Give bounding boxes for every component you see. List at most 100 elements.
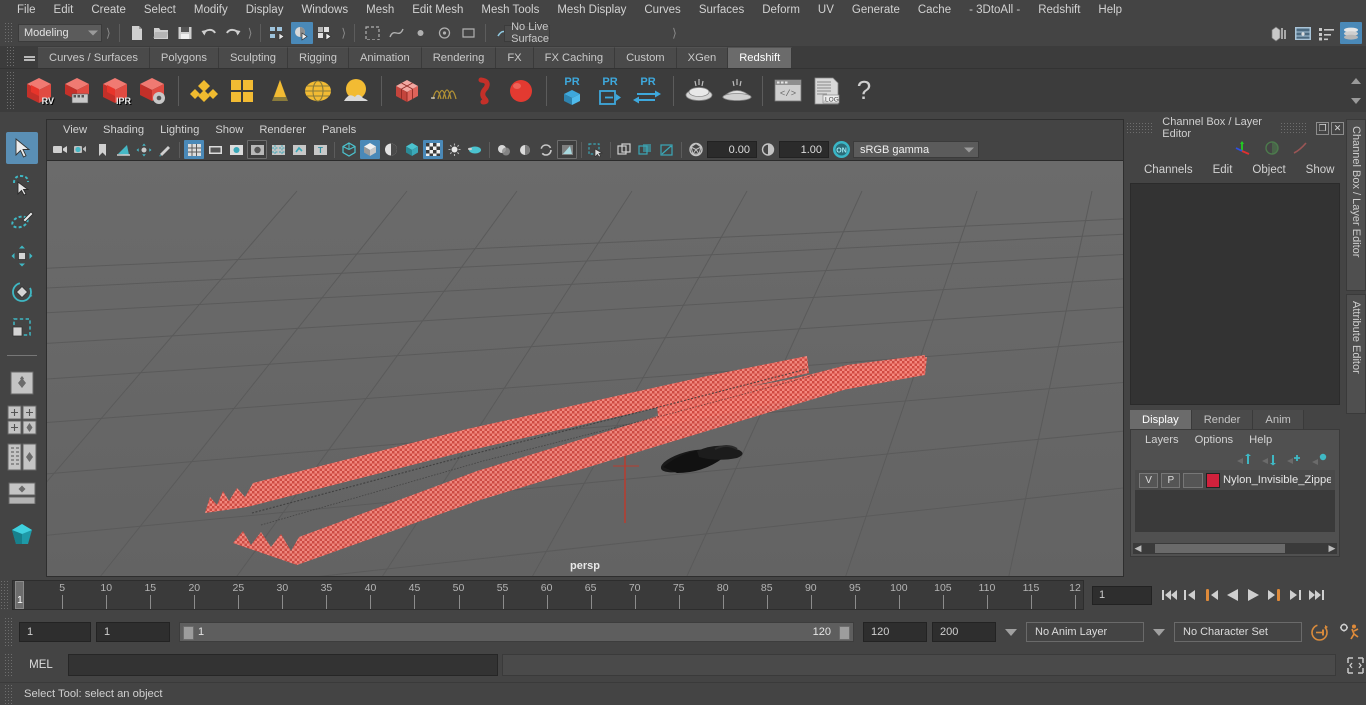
shelf-redshift-bake-set-b[interactable] xyxy=(718,71,756,111)
animation-end-field[interactable]: 200 xyxy=(932,622,996,642)
shelf-redshift-render-settings[interactable] xyxy=(134,71,172,111)
anim-layer-combo[interactable]: No Anim Layer xyxy=(1026,622,1144,642)
shelf-redshift-proxy[interactable] xyxy=(388,71,426,111)
viewport-menu-shading[interactable]: Shading xyxy=(95,123,152,137)
close-icon[interactable]: ✕ xyxy=(1331,121,1344,135)
command-input[interactable] xyxy=(68,654,498,676)
shelf-redshift-pr-bake[interactable]: PR xyxy=(553,71,591,111)
safe-action-icon[interactable] xyxy=(289,140,309,159)
color-management-toggle-icon[interactable]: ON xyxy=(830,140,852,159)
grid-toggle-icon[interactable] xyxy=(184,140,204,159)
menu-3dtoall[interactable]: - 3DtoAll - xyxy=(960,2,1029,18)
shelf-redshift-lights[interactable] xyxy=(185,71,223,111)
live-surface-field[interactable]: No Live Surface xyxy=(504,21,551,45)
motion-blur-icon[interactable] xyxy=(536,140,556,159)
step-forward-keyframe-button[interactable] xyxy=(1285,584,1305,606)
current-frame-field[interactable]: 1 xyxy=(1092,585,1152,605)
range-slider-grip[interactable] xyxy=(4,617,14,647)
paint-select-tool-button[interactable] xyxy=(6,204,38,236)
channel-menu-show[interactable]: Show xyxy=(1296,163,1345,177)
show-hide-modeling-toolkit-button[interactable] xyxy=(1268,22,1290,44)
side-tab-channel-box[interactable]: Channel Box / Layer Editor xyxy=(1346,119,1366,291)
xray-active-components-icon[interactable] xyxy=(657,140,677,159)
undo-button[interactable] xyxy=(198,22,220,44)
time-slider-track[interactable]: 1 5 10 15 20 25 30 35 40 45 50 55 60 65 70 75 80 85 90 95 1… xyxy=(12,580,1084,610)
animation-preferences-button[interactable] xyxy=(1336,623,1362,642)
shelf-redshift-ies-light[interactable] xyxy=(261,71,299,111)
command-language-label[interactable]: MEL xyxy=(18,659,64,671)
snap-to-projected-center-button[interactable] xyxy=(433,22,455,44)
animation-start-field[interactable]: 1 xyxy=(19,622,91,642)
gamma-control-icon[interactable] xyxy=(758,140,778,159)
collapse-chevron-icon[interactable]: ⟩ xyxy=(104,26,113,40)
menu-file[interactable]: File xyxy=(8,2,45,18)
create-layer-from-selected-icon[interactable] xyxy=(1311,453,1327,466)
isolate-select-icon[interactable] xyxy=(586,140,606,159)
menu-mesh[interactable]: Mesh xyxy=(357,2,403,18)
shelf-redshift-environment[interactable] xyxy=(337,71,375,111)
layer-tab-display[interactable]: Display xyxy=(1130,410,1192,429)
go-to-start-button[interactable] xyxy=(1159,584,1179,606)
menu-create[interactable]: Create xyxy=(82,2,135,18)
channel-menu-channels[interactable]: Channels xyxy=(1134,163,1203,177)
lasso-select-tool-button[interactable] xyxy=(6,168,38,200)
menu-edit[interactable]: Edit xyxy=(45,2,83,18)
menu-generate[interactable]: Generate xyxy=(843,2,909,18)
shelf-scroll-arrows[interactable] xyxy=(1348,71,1364,111)
move-layer-up-icon[interactable] xyxy=(1236,453,1252,466)
menu-surfaces[interactable]: Surfaces xyxy=(690,2,753,18)
character-set-combo[interactable]: No Character Set xyxy=(1174,622,1302,642)
shelf-redshift-pr-export[interactable]: PR xyxy=(591,71,629,111)
smooth-shade-all-icon[interactable] xyxy=(360,140,380,159)
undock-icon[interactable]: ❐ xyxy=(1316,121,1329,135)
exposure-field[interactable]: 0.00 xyxy=(707,141,757,158)
menu-uv[interactable]: UV xyxy=(809,2,843,18)
select-by-hierarchy-button[interactable] xyxy=(267,22,289,44)
save-scene-button[interactable] xyxy=(174,22,196,44)
scale-tool-button[interactable] xyxy=(6,312,38,344)
layer-menu-layers[interactable]: Layers xyxy=(1137,433,1187,447)
layer-list[interactable]: V P Nylon_Invisible_Zipper xyxy=(1135,470,1335,532)
3d-viewport[interactable]: y x z persp xyxy=(47,161,1123,576)
image-plane-icon[interactable] xyxy=(113,140,133,159)
menu-edit-mesh[interactable]: Edit Mesh xyxy=(403,2,472,18)
xray-joints-icon[interactable] xyxy=(636,140,656,159)
gate-mask-icon[interactable] xyxy=(247,140,267,159)
two-d-pan-zoom-icon[interactable] xyxy=(134,140,154,159)
step-back-keyframe-button[interactable] xyxy=(1180,584,1200,606)
move-tool-button[interactable] xyxy=(6,240,38,272)
viewport-menu-panels[interactable]: Panels xyxy=(314,123,364,137)
gamma-field[interactable]: 1.00 xyxy=(779,141,829,158)
shelf-redshift-pr-transfer[interactable]: PR xyxy=(629,71,667,111)
layer-color-swatch[interactable] xyxy=(1205,472,1220,488)
range-bar[interactable]: 1 120 xyxy=(179,622,854,642)
menu-curves[interactable]: Curves xyxy=(635,2,689,18)
viewport-menu-renderer[interactable]: Renderer xyxy=(251,123,314,137)
resolution-gate-icon[interactable] xyxy=(226,140,246,159)
shelf-redshift-dome-light[interactable] xyxy=(223,71,261,111)
show-hide-tool-settings-button[interactable] xyxy=(1316,22,1338,44)
layer-tab-anim[interactable]: Anim xyxy=(1253,410,1304,429)
scroll-left-icon[interactable]: ◀ xyxy=(1133,543,1143,554)
color-management-combo[interactable]: sRGB gamma xyxy=(853,141,979,158)
open-scene-button[interactable] xyxy=(150,22,172,44)
panel-grip-left[interactable] xyxy=(1126,122,1155,134)
shelf-icons-grip[interactable] xyxy=(6,70,16,111)
anim-layer-dropdown-icon[interactable] xyxy=(1005,628,1017,636)
status-line-grip[interactable] xyxy=(4,22,12,44)
scrollbar-thumb[interactable] xyxy=(1155,544,1285,553)
film-gate-icon[interactable] xyxy=(205,140,225,159)
single-perspective-layout-button[interactable] xyxy=(6,367,38,399)
command-line-grip[interactable] xyxy=(4,653,14,677)
layer-menu-help[interactable]: Help xyxy=(1241,433,1280,447)
panel-grip-right[interactable] xyxy=(1279,122,1308,134)
multisample-antialiasing-icon[interactable] xyxy=(557,140,577,159)
auto-key-button[interactable] xyxy=(1307,623,1331,642)
shelf-redshift-volume[interactable] xyxy=(464,71,502,111)
snap-to-point-button[interactable] xyxy=(409,22,431,44)
redo-button[interactable] xyxy=(222,22,244,44)
shelf-tab-custom[interactable]: Custom xyxy=(615,47,677,68)
side-tab-attribute-editor[interactable]: Attribute Editor xyxy=(1346,294,1366,414)
snap-to-view-planes-button[interactable] xyxy=(457,22,479,44)
select-by-object-type-button[interactable] xyxy=(291,22,314,44)
